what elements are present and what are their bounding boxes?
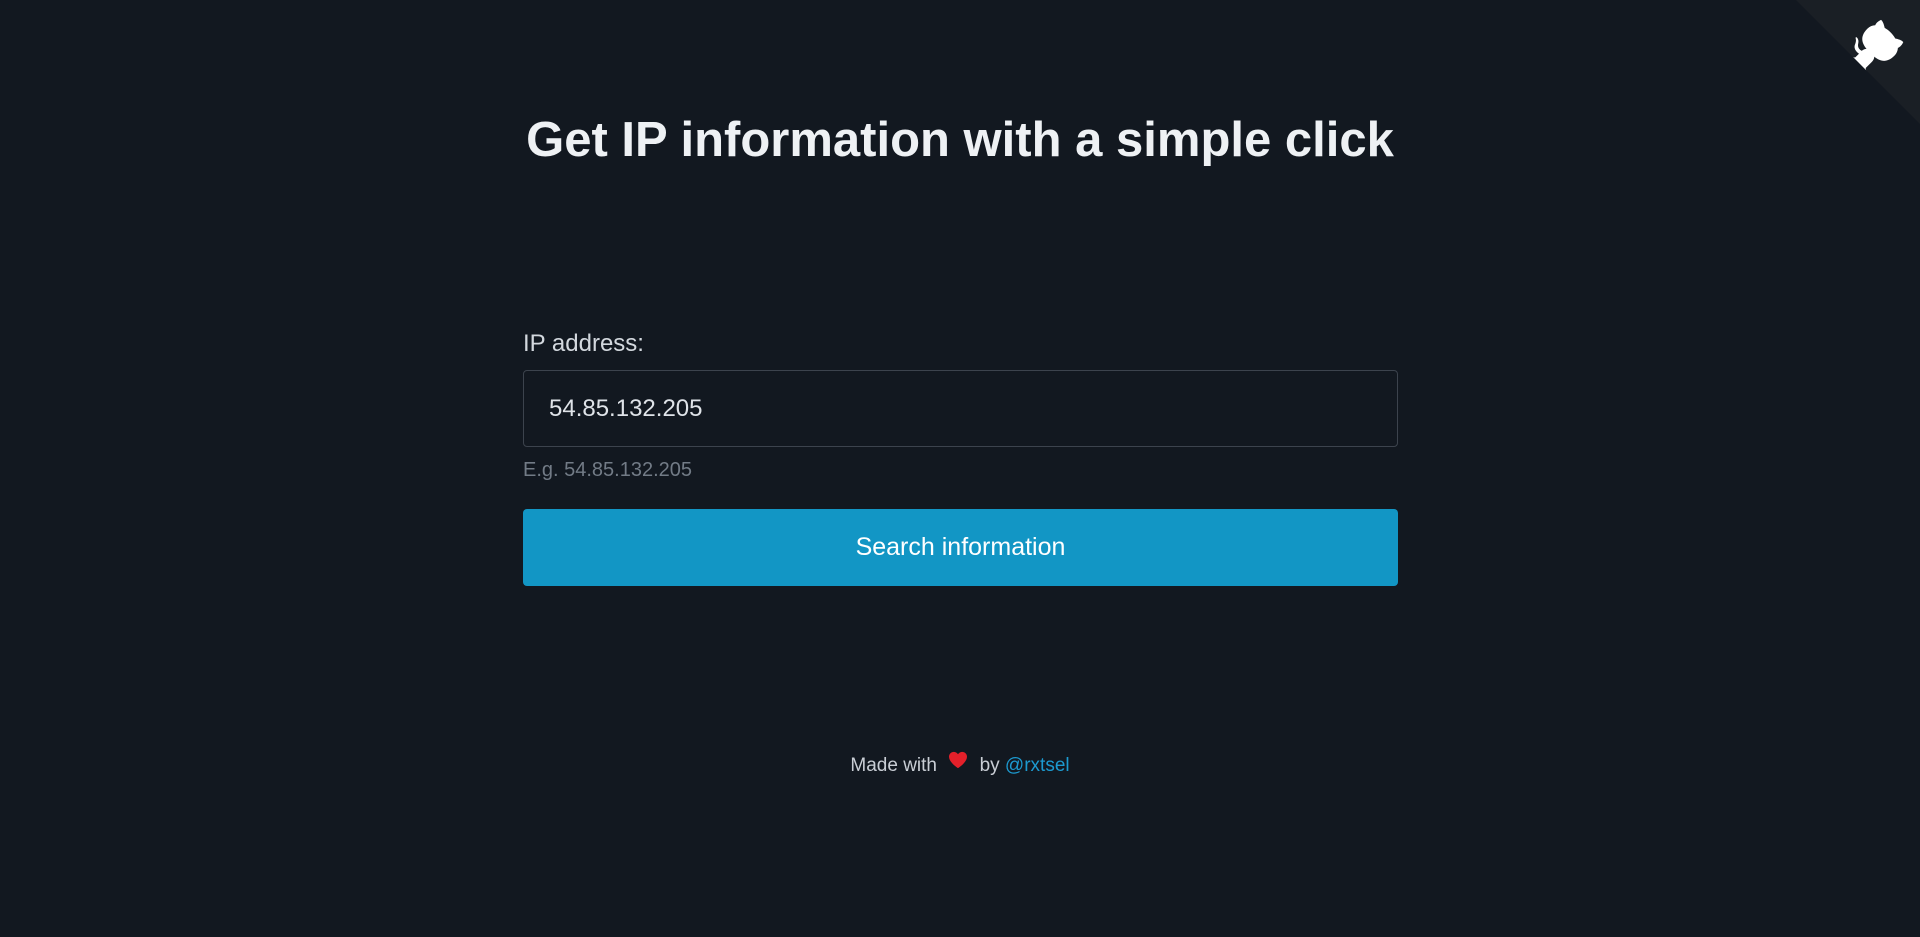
author-link[interactable]: @rxtsel — [1005, 755, 1070, 776]
octocat-icon — [1796, 0, 1920, 124]
ip-address-hint: E.g. 54.85.132.205 — [523, 459, 693, 481]
ip-lookup-form: IP address: E.g. 54.85.132.205 Search in… — [523, 326, 1398, 586]
footer-by: by — [979, 755, 1000, 777]
footer-made-with: Made with — [850, 755, 937, 777]
page-title: Get IP information with a simple click — [526, 113, 1394, 167]
heart-icon — [948, 750, 968, 778]
ip-address-input[interactable] — [523, 370, 1398, 447]
footer: Made with by @rxtsel — [660, 750, 1260, 780]
github-corner-link[interactable] — [1796, 0, 1920, 124]
ip-address-label: IP address: — [523, 330, 644, 357]
page: Get IP information with a simple click I… — [0, 0, 1920, 937]
search-information-button[interactable]: Search information — [523, 509, 1398, 586]
